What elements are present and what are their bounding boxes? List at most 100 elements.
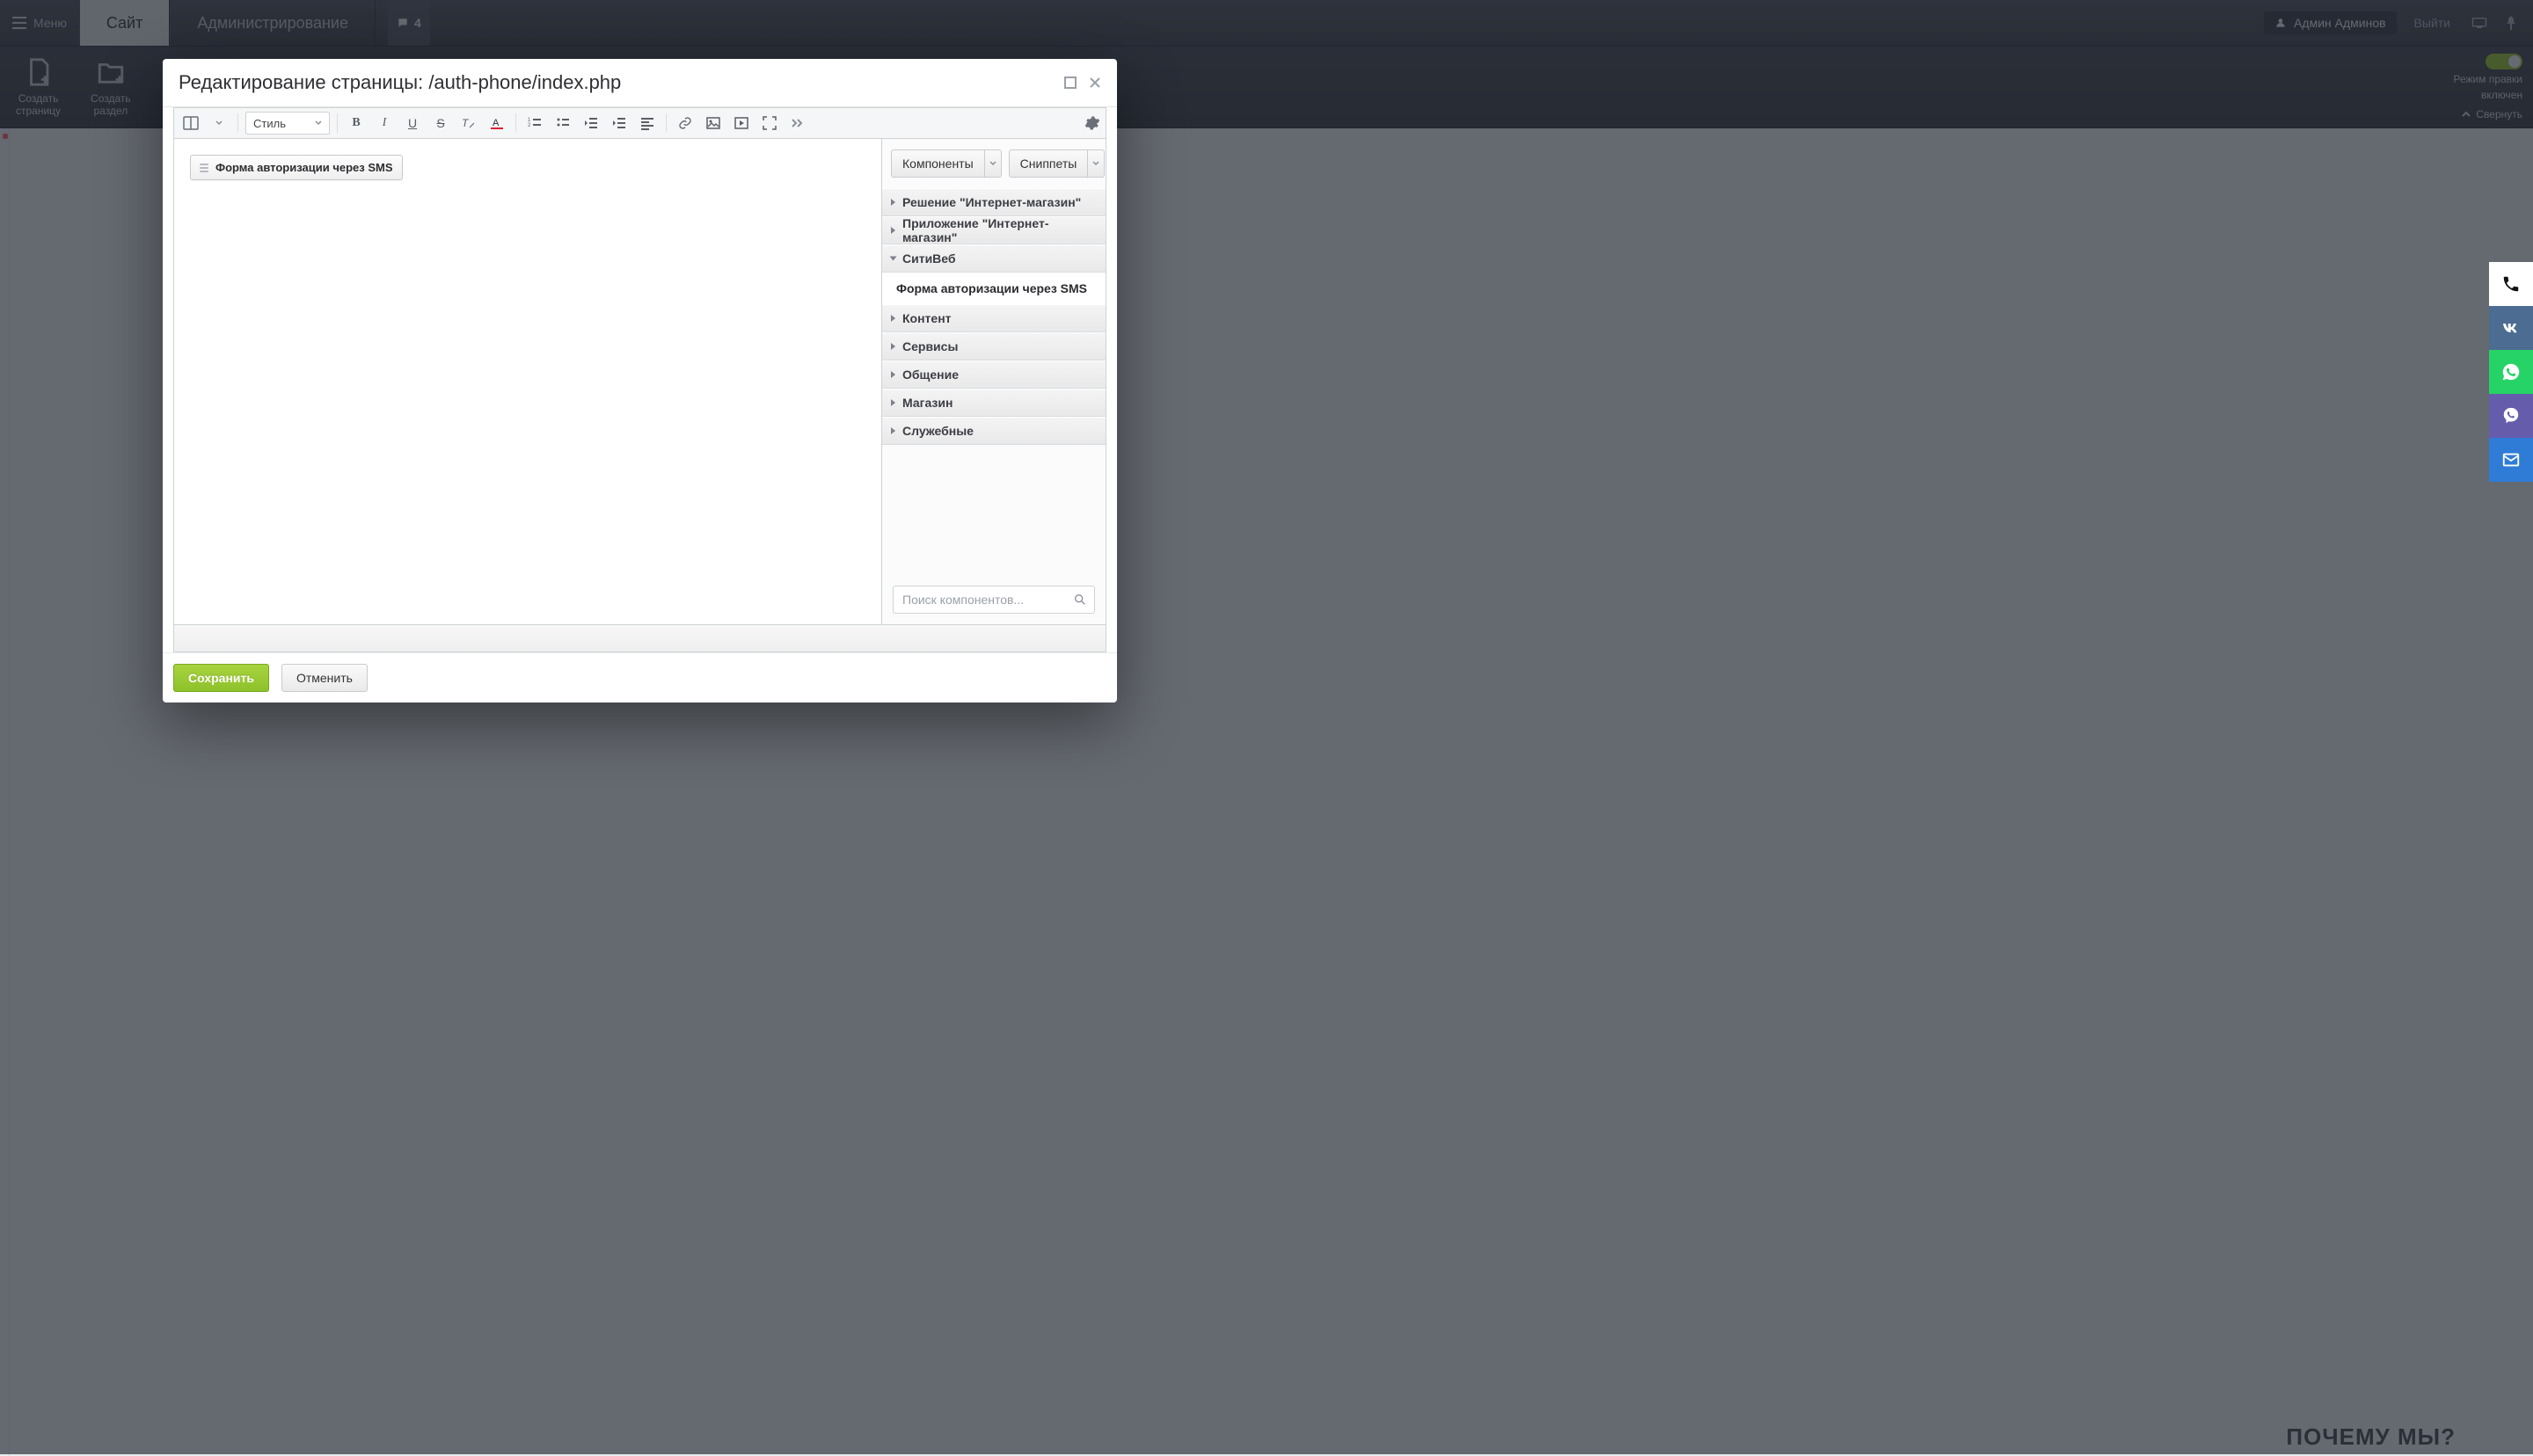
accordion-item[interactable]: Магазин <box>882 389 1106 417</box>
components-accordion: Решение "Интернет-магазин"Приложение "Ин… <box>882 188 1106 445</box>
video-button[interactable] <box>730 112 753 135</box>
save-button[interactable]: Сохранить <box>173 664 269 692</box>
tab-snippets-wrap: Сниппеты <box>1009 149 1106 178</box>
bold-button[interactable]: B <box>345 112 368 135</box>
outdent-icon <box>584 116 598 130</box>
editor-status-strip <box>173 625 1106 652</box>
window-maximize-button[interactable] <box>1064 76 1077 89</box>
view-mode-caret[interactable] <box>208 112 230 135</box>
canvas-component-label: Форма авторизации через SMS <box>215 161 393 174</box>
contact-whatsapp-button[interactable] <box>2489 350 2533 394</box>
underline-button[interactable]: U <box>401 112 424 135</box>
clear-format-button[interactable]: T <box>457 112 480 135</box>
accordion-item-label: Контент <box>902 311 952 325</box>
editor-toolbar: Стиль B I U S T A 12 <box>174 108 1106 139</box>
double-chevron-right-icon <box>791 119 805 127</box>
italic-button[interactable]: I <box>373 112 396 135</box>
components-search-box[interactable] <box>893 586 1095 614</box>
link-icon <box>678 116 692 130</box>
strike-button[interactable]: S <box>429 112 452 135</box>
style-select[interactable]: Стиль <box>245 112 330 135</box>
tab-snippets-caret[interactable] <box>1088 149 1105 178</box>
chevron-down-icon <box>989 161 996 166</box>
cancel-label: Отменить <box>296 671 353 685</box>
search-icon <box>1073 593 1087 607</box>
disclosure-triangle-icon <box>891 343 895 350</box>
components-search <box>882 575 1106 624</box>
modal-content: Стиль B I U S T A 12 <box>163 107 1117 703</box>
accordion-item[interactable]: Общение <box>882 360 1106 389</box>
image-button[interactable] <box>702 112 725 135</box>
phone-icon <box>2501 274 2521 294</box>
components-search-input[interactable] <box>901 592 1066 608</box>
editor-canvas[interactable]: Форма авторизации через SMS <box>174 139 881 624</box>
editor-frame: Стиль B I U S T A 12 <box>173 107 1106 625</box>
contact-phone-button[interactable] <box>2489 262 2533 306</box>
view-mode-button[interactable] <box>179 112 202 135</box>
maximize-icon <box>1064 76 1077 89</box>
text-color-icon: A <box>490 116 504 130</box>
align-left-icon <box>640 116 654 130</box>
outdent-button[interactable] <box>580 112 602 135</box>
columns-icon <box>183 116 199 130</box>
fullscreen-button[interactable] <box>758 112 781 135</box>
accordion-item-label: Общение <box>902 368 959 382</box>
accordion-item[interactable]: Решение "Интернет-магазин" <box>882 188 1106 216</box>
disclosure-triangle-icon <box>891 227 895 234</box>
cancel-button[interactable]: Отменить <box>281 664 368 692</box>
unordered-list-button[interactable] <box>551 112 574 135</box>
svg-text:T: T <box>462 117 470 129</box>
indent-button[interactable] <box>608 112 631 135</box>
accordion-item[interactable]: Сервисы <box>882 332 1106 360</box>
ol-icon: 12 <box>528 116 542 130</box>
accordion-item[interactable]: СитиВеб <box>882 244 1106 273</box>
more-tools-button[interactable] <box>786 112 809 135</box>
accordion-item-label: СитиВеб <box>902 251 956 266</box>
ordered-list-button[interactable]: 12 <box>523 112 546 135</box>
style-select-label: Стиль <box>253 117 286 130</box>
accordion-leaf[interactable]: Форма авторизации через SMS <box>882 273 1106 304</box>
contact-mail-button[interactable] <box>2489 438 2533 482</box>
accordion-item[interactable]: Служебные <box>882 417 1106 445</box>
chevron-down-icon <box>215 120 223 126</box>
accordion-item-label: Служебные <box>902 424 974 438</box>
fullscreen-icon <box>763 116 777 130</box>
mail-icon <box>2501 450 2521 470</box>
video-icon <box>734 116 748 130</box>
close-icon <box>1089 76 1101 89</box>
svg-text:2: 2 <box>528 123 531 128</box>
tab-components-wrap: Компоненты <box>891 149 1002 178</box>
sidebar-tabs: Компоненты Сниппеты <box>882 139 1106 188</box>
components-sidebar: Компоненты Сниппеты Решение "Ин <box>881 139 1106 624</box>
accordion-item[interactable]: Контент <box>882 304 1106 332</box>
disclosure-triangle-icon <box>890 257 897 261</box>
tab-snippets[interactable]: Сниппеты <box>1009 149 1089 178</box>
canvas-component-chip[interactable]: Форма авторизации через SMS <box>190 155 403 180</box>
window-close-button[interactable] <box>1089 76 1101 89</box>
disclosure-triangle-icon <box>891 427 895 434</box>
tab-snippets-label: Сниппеты <box>1020 157 1077 171</box>
ul-icon <box>556 116 570 130</box>
toolbar-settings-button[interactable] <box>1084 115 1100 131</box>
modal-title: Редактирование страницы: /auth-phone/ind… <box>179 71 621 94</box>
disclosure-triangle-icon <box>891 315 895 322</box>
align-button[interactable] <box>636 112 659 135</box>
svg-text:A: A <box>493 118 500 128</box>
tab-components[interactable]: Компоненты <box>891 149 985 178</box>
drag-handle-icon <box>200 164 208 172</box>
disclosure-triangle-icon <box>891 371 895 378</box>
indent-icon <box>612 116 626 130</box>
gear-icon <box>1084 115 1100 131</box>
accordion-item-label: Сервисы <box>902 339 958 353</box>
accordion-item-label: Приложение "Интернет-магазин" <box>902 216 1097 244</box>
chevron-down-icon <box>315 120 322 126</box>
contact-viber-button[interactable] <box>2489 394 2533 438</box>
tab-components-caret[interactable] <box>985 149 1002 178</box>
window-actions <box>1064 76 1101 89</box>
contact-vk-button[interactable] <box>2489 306 2533 350</box>
editor-body: Форма авторизации через SMS Компоненты С… <box>174 139 1106 624</box>
viber-icon <box>2501 406 2521 426</box>
accordion-item[interactable]: Приложение "Интернет-магазин" <box>882 216 1106 244</box>
text-color-button[interactable]: A <box>485 112 508 135</box>
link-button[interactable] <box>674 112 697 135</box>
